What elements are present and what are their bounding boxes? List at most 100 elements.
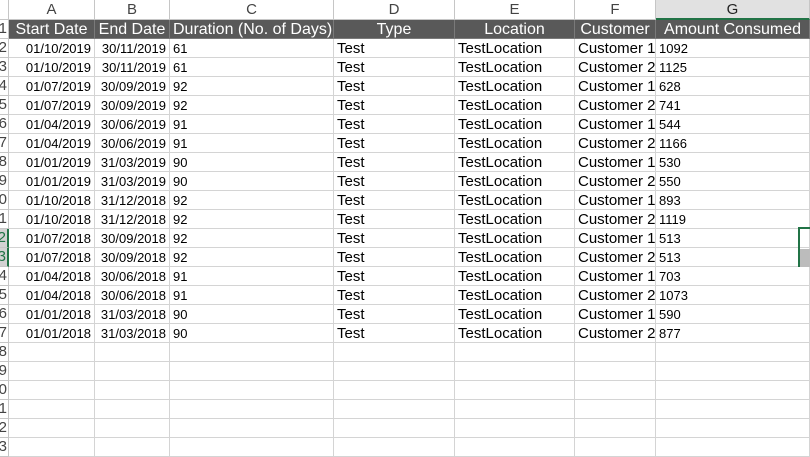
cell-location[interactable]: TestLocation bbox=[455, 267, 575, 286]
cell-type[interactable]: Test bbox=[334, 286, 455, 305]
header-cell-start-date[interactable]: Start Date bbox=[9, 20, 95, 39]
empty-cell[interactable] bbox=[9, 343, 95, 362]
cell-end[interactable]: 31/03/2019 bbox=[95, 153, 170, 172]
cell-amount[interactable]: 544 bbox=[656, 115, 810, 134]
cell-location[interactable]: TestLocation bbox=[455, 172, 575, 191]
cell-customer[interactable]: Customer 2 bbox=[575, 248, 656, 267]
cell-duration[interactable]: 90 bbox=[170, 324, 334, 343]
empty-cell[interactable] bbox=[95, 362, 170, 381]
cell-location[interactable]: TestLocation bbox=[455, 77, 575, 96]
empty-cell[interactable] bbox=[334, 362, 455, 381]
column-header-g[interactable]: G bbox=[656, 0, 810, 20]
empty-cell[interactable] bbox=[575, 343, 656, 362]
empty-cell[interactable] bbox=[170, 381, 334, 400]
header-cell-end-date[interactable]: End Date bbox=[95, 20, 170, 39]
cell-customer[interactable]: Customer 1 bbox=[575, 191, 656, 210]
cell-type[interactable]: Test bbox=[334, 248, 455, 267]
column-header-c[interactable]: C bbox=[170, 0, 334, 20]
header-cell-location[interactable]: Location bbox=[455, 20, 575, 39]
cell-amount[interactable]: 590 bbox=[656, 305, 810, 324]
cell-start[interactable]: 01/04/2019 bbox=[9, 134, 95, 153]
empty-cell[interactable] bbox=[656, 381, 810, 400]
cell-end[interactable]: 31/03/2019 bbox=[95, 172, 170, 191]
cell-type[interactable]: Test bbox=[334, 58, 455, 77]
row-header-16[interactable]: 16 bbox=[0, 305, 9, 324]
cell-amount[interactable]: 741 bbox=[656, 96, 810, 115]
cell-start[interactable]: 01/07/2018 bbox=[9, 248, 95, 267]
empty-cell[interactable] bbox=[334, 343, 455, 362]
cell-end[interactable]: 30/06/2018 bbox=[95, 286, 170, 305]
cell-start[interactable]: 01/01/2018 bbox=[9, 305, 95, 324]
cell-type[interactable]: Test bbox=[334, 153, 455, 172]
cell-start[interactable]: 01/07/2018 bbox=[9, 229, 95, 248]
row-header-15[interactable]: 15 bbox=[0, 286, 9, 305]
cell-start[interactable]: 01/04/2018 bbox=[9, 267, 95, 286]
empty-cell[interactable] bbox=[575, 400, 656, 419]
empty-cell[interactable] bbox=[455, 419, 575, 438]
empty-cell[interactable] bbox=[334, 381, 455, 400]
cell-location[interactable]: TestLocation bbox=[455, 305, 575, 324]
row-header-18[interactable]: 18 bbox=[0, 343, 9, 362]
header-cell-amount[interactable]: Amount Consumed bbox=[656, 20, 810, 39]
empty-cell[interactable] bbox=[9, 400, 95, 419]
cell-type[interactable]: Test bbox=[334, 305, 455, 324]
column-header-d[interactable]: D bbox=[334, 0, 455, 20]
empty-cell[interactable] bbox=[95, 343, 170, 362]
empty-cell[interactable] bbox=[656, 438, 810, 457]
column-header-a[interactable]: A bbox=[9, 0, 95, 20]
cell-amount[interactable]: 530 bbox=[656, 153, 810, 172]
row-header-23[interactable]: 23 bbox=[0, 438, 9, 457]
cell-duration[interactable]: 92 bbox=[170, 229, 334, 248]
cell-customer[interactable]: Customer 2 bbox=[575, 134, 656, 153]
cell-customer[interactable]: Customer 1 bbox=[575, 115, 656, 134]
header-cell-customer[interactable]: Customer bbox=[575, 20, 656, 39]
empty-cell[interactable] bbox=[95, 419, 170, 438]
cell-location[interactable]: TestLocation bbox=[455, 191, 575, 210]
cell-start[interactable]: 01/04/2019 bbox=[9, 115, 95, 134]
cell-end[interactable]: 30/11/2019 bbox=[95, 58, 170, 77]
cell-duration[interactable]: 61 bbox=[170, 39, 334, 58]
cell-customer[interactable]: Customer 1 bbox=[575, 305, 656, 324]
cell-location[interactable]: TestLocation bbox=[455, 115, 575, 134]
row-header-11[interactable]: 11 bbox=[0, 210, 9, 229]
cell-customer[interactable]: Customer 2 bbox=[575, 96, 656, 115]
empty-cell[interactable] bbox=[95, 438, 170, 457]
cell-start[interactable]: 01/10/2018 bbox=[9, 210, 95, 229]
cell-duration[interactable]: 91 bbox=[170, 134, 334, 153]
empty-cell[interactable] bbox=[575, 419, 656, 438]
cell-location[interactable]: TestLocation bbox=[455, 324, 575, 343]
cell-start[interactable]: 01/07/2019 bbox=[9, 96, 95, 115]
cell-end[interactable]: 30/09/2019 bbox=[95, 96, 170, 115]
empty-cell[interactable] bbox=[170, 419, 334, 438]
row-header-1[interactable]: 1 bbox=[0, 20, 9, 39]
cell-end[interactable]: 31/03/2018 bbox=[95, 305, 170, 324]
cell-type[interactable]: Test bbox=[334, 324, 455, 343]
cell-end[interactable]: 30/09/2018 bbox=[95, 248, 170, 267]
cell-start[interactable]: 01/04/2018 bbox=[9, 286, 95, 305]
cell-duration[interactable]: 92 bbox=[170, 191, 334, 210]
cell-amount[interactable]: 550 bbox=[656, 172, 810, 191]
column-header-f[interactable]: F bbox=[575, 0, 656, 20]
empty-cell[interactable] bbox=[656, 419, 810, 438]
row-header-4[interactable]: 4 bbox=[0, 77, 9, 96]
cell-amount[interactable]: 877 bbox=[656, 324, 810, 343]
cell-type[interactable]: Test bbox=[334, 77, 455, 96]
empty-cell[interactable] bbox=[95, 400, 170, 419]
cell-start[interactable]: 01/01/2019 bbox=[9, 153, 95, 172]
empty-cell[interactable] bbox=[656, 400, 810, 419]
empty-cell[interactable] bbox=[455, 400, 575, 419]
cell-type[interactable]: Test bbox=[334, 172, 455, 191]
select-all-corner[interactable] bbox=[0, 0, 9, 20]
cell-amount[interactable]: 703 bbox=[656, 267, 810, 286]
empty-cell[interactable] bbox=[334, 419, 455, 438]
cell-location[interactable]: TestLocation bbox=[455, 248, 575, 267]
header-cell-type[interactable]: Type bbox=[334, 20, 455, 39]
empty-cell[interactable] bbox=[455, 362, 575, 381]
empty-cell[interactable] bbox=[170, 438, 334, 457]
row-header-2[interactable]: 2 bbox=[0, 39, 9, 58]
cell-customer[interactable]: Customer 2 bbox=[575, 210, 656, 229]
cell-customer[interactable]: Customer 2 bbox=[575, 58, 656, 77]
row-header-8[interactable]: 8 bbox=[0, 153, 9, 172]
row-header-19[interactable]: 19 bbox=[0, 362, 9, 381]
row-header-7[interactable]: 7 bbox=[0, 134, 9, 153]
